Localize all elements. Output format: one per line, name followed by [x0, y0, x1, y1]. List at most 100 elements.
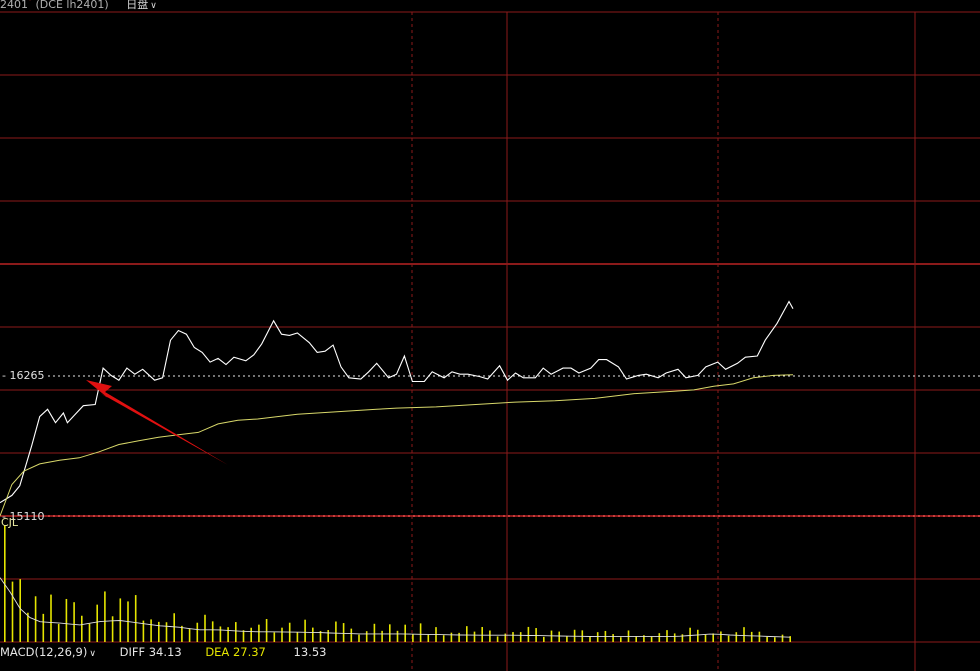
volume-bar-86 — [666, 630, 668, 642]
volume-bar-11 — [88, 623, 91, 642]
macd-histogram-value: 13.53 — [293, 645, 327, 659]
volume-bar-96 — [743, 627, 745, 642]
macd-legend: MACD(12,26,9) ∨ DIFF 34.13 DEA 27.37 13.5… — [0, 645, 326, 661]
volume-bar-8 — [65, 598, 68, 642]
volume-bar-36 — [281, 627, 283, 642]
volume-bar-47 — [365, 631, 368, 642]
annotation-arrow-icon — [86, 380, 228, 465]
volume-bar-50 — [389, 624, 391, 642]
chevron-down-icon: ∨ — [150, 1, 157, 11]
volume-bar-12 — [96, 604, 98, 642]
volume-bar-26 — [204, 614, 206, 642]
volume-bar-91 — [704, 634, 707, 642]
volume-bar-31 — [242, 630, 245, 642]
volume-bar-45 — [350, 628, 353, 642]
volume-bar-34 — [265, 619, 268, 642]
volume-bar-10 — [81, 615, 83, 642]
period-dropdown[interactable]: 日盘 ∨ — [126, 0, 157, 11]
contract-exchange: (DCE lh2401) — [35, 0, 109, 11]
volume-bar-70 — [543, 636, 545, 642]
volume-bar-46 — [358, 634, 360, 642]
volume-bar-68 — [527, 626, 530, 642]
volume-bar-57 — [442, 635, 445, 642]
volume-bar-92 — [712, 633, 714, 642]
volume-bar-43 — [335, 621, 337, 642]
volume-bar-40 — [312, 627, 314, 642]
volume-bar-20 — [158, 621, 160, 642]
volume-bar-9 — [73, 602, 75, 642]
volume-bar-6 — [50, 594, 52, 642]
volume-bar-52 — [404, 624, 406, 642]
volume-bar-59 — [458, 632, 460, 642]
contract-code: 2401 — [0, 0, 28, 11]
volume-bar-51 — [396, 630, 399, 642]
intraday-chart — [0, 11, 980, 671]
volume-bar-29 — [227, 627, 229, 642]
volume-bar-48 — [373, 623, 376, 642]
volume-bar-88 — [681, 634, 684, 642]
volume-bar-99 — [766, 636, 768, 642]
volume-bar-94 — [727, 635, 730, 642]
volume-bar-73 — [566, 636, 568, 642]
upper-ref-price-label: - 16265 — [2, 369, 45, 382]
volume-bar-33 — [258, 624, 260, 642]
star-marker: * — [28, 0, 32, 5]
volume-bar-55 — [427, 634, 430, 642]
volume-bar-77 — [596, 632, 599, 642]
volume-bar-7 — [57, 623, 60, 642]
macd-diff-value: DIFF 34.13 — [119, 645, 182, 659]
volume-bar-72 — [558, 631, 560, 642]
volume-bar-100 — [774, 637, 776, 642]
volume-bar-80 — [620, 637, 622, 642]
volume-bar-13 — [104, 591, 106, 642]
volume-bar-97 — [750, 631, 753, 642]
volume-bar-79 — [612, 634, 614, 642]
volume-bar-24 — [188, 628, 191, 642]
volume-bar-67 — [519, 632, 522, 642]
volume-bar-85 — [658, 633, 661, 642]
volume-bar-101 — [781, 634, 784, 642]
volume-bar-2 — [19, 579, 21, 642]
volume-bar-87 — [673, 633, 676, 642]
volume-bar-66 — [512, 632, 514, 642]
volume-bar-38 — [296, 632, 299, 642]
macd-indicator-name[interactable]: MACD(12,26,9) — [0, 645, 87, 659]
volume-bar-5 — [42, 613, 45, 642]
volume-bar-39 — [304, 619, 306, 642]
volume-bar-23 — [181, 625, 183, 642]
volume-bar-95 — [735, 632, 738, 642]
volume-bar-28 — [219, 626, 222, 642]
volume-bar-58 — [450, 632, 453, 642]
avg-price-line — [0, 374, 794, 517]
volume-bar-14 — [111, 616, 114, 642]
volume-bar-69 — [535, 628, 537, 642]
volume-bar-17 — [134, 595, 137, 642]
volume-bar-90 — [697, 629, 699, 642]
volume-bar-4 — [34, 596, 37, 642]
volume-bar-89 — [689, 627, 691, 642]
volume-bar-32 — [250, 627, 252, 642]
volume-bar-61 — [473, 631, 476, 642]
volume-bar-76 — [589, 636, 591, 642]
volume-bar-49 — [381, 630, 383, 642]
volume-bar-64 — [496, 636, 499, 642]
chevron-down-icon[interactable]: ∨ — [89, 649, 96, 659]
chart-stage: 2401* (DCE lh2401) 日盘 ∨ - 16265 - 15110 C… — [0, 0, 980, 671]
volume-bar-62 — [481, 626, 483, 642]
period-label: 日盘 — [126, 0, 149, 11]
volume-bar-19 — [150, 619, 152, 642]
volume-bar-21 — [165, 622, 168, 642]
volume-bar-44 — [342, 623, 345, 642]
volume-bar-22 — [173, 613, 175, 642]
volume-bar-30 — [235, 622, 237, 642]
volume-bar-98 — [758, 631, 761, 642]
volume-bar-1 — [11, 581, 14, 642]
volume-bar-60 — [466, 626, 468, 642]
chart-header: 2401* (DCE lh2401) 日盘 ∨ — [0, 0, 157, 11]
volume-bar-27 — [211, 621, 214, 642]
volume-bar-3 — [27, 612, 29, 642]
volume-bar-63 — [489, 630, 491, 642]
volume-bar-25 — [196, 622, 199, 642]
volume-avg-line — [0, 577, 791, 638]
macd-dea-value: DEA 27.37 — [205, 645, 266, 659]
